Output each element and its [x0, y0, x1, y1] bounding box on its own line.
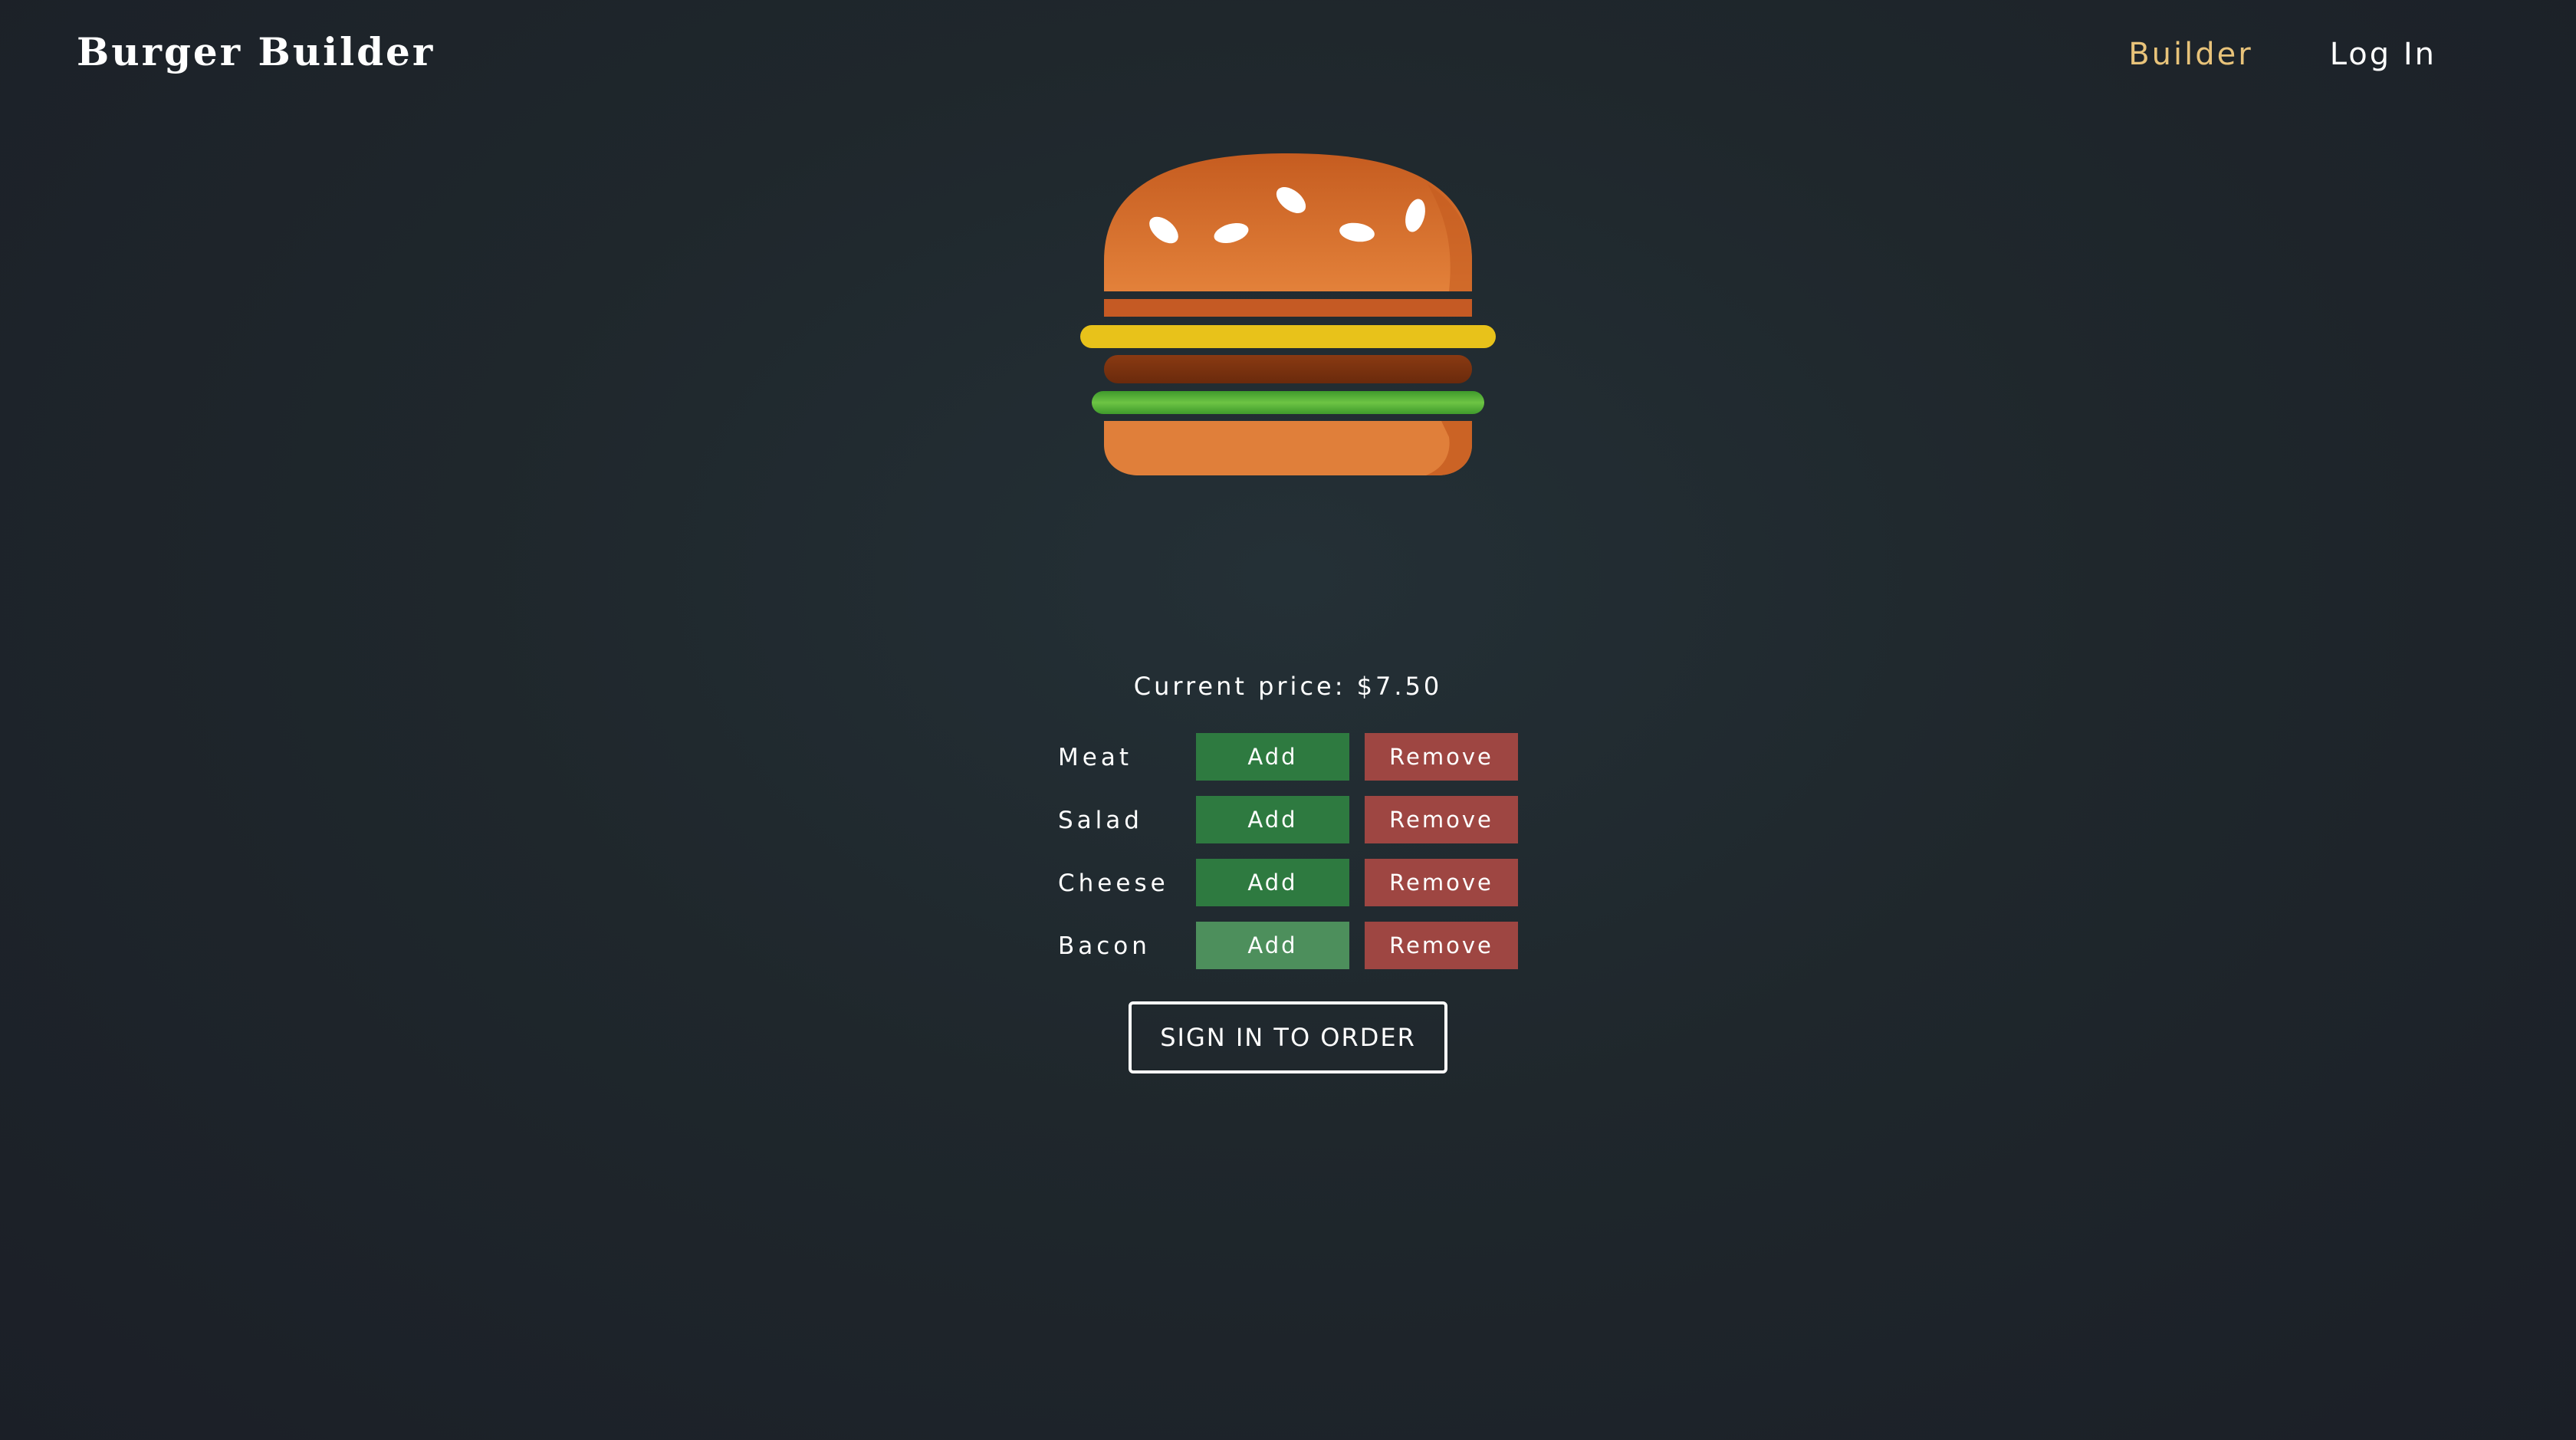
add-meat-button[interactable]: Add — [1196, 733, 1349, 781]
current-price: Current price: $7.50 — [1133, 672, 1443, 701]
control-cheese: Cheese Add Remove — [1058, 859, 1518, 906]
add-salad-button[interactable]: Add — [1196, 796, 1349, 843]
burger-preview — [1080, 153, 1496, 475]
remove-meat-button[interactable]: Remove — [1365, 733, 1518, 781]
control-salad: Salad Add Remove — [1058, 796, 1518, 843]
bread-top — [1104, 153, 1472, 291]
bacon-layer — [1104, 299, 1472, 317]
remove-cheese-button[interactable]: Remove — [1365, 859, 1518, 906]
ingredient-label: Salad — [1058, 807, 1143, 834]
meat-layer — [1104, 355, 1472, 383]
ingredient-label: Meat — [1058, 744, 1132, 771]
cheese-layer — [1080, 325, 1496, 348]
remove-bacon-button[interactable]: Remove — [1365, 922, 1518, 969]
control-bacon: Bacon Add Remove — [1058, 922, 1518, 969]
ingredient-label: Bacon — [1058, 932, 1151, 960]
add-bacon-button[interactable]: Add — [1196, 922, 1349, 969]
ingredient-label: Cheese — [1058, 870, 1169, 897]
add-cheese-button[interactable]: Add — [1196, 859, 1349, 906]
bread-bottom — [1104, 421, 1472, 475]
control-meat: Meat Add Remove — [1058, 733, 1518, 781]
build-controls: Meat Add Remove Salad Add Remove Cheese … — [1058, 733, 1518, 985]
salad-layer — [1092, 391, 1484, 414]
sign-in-to-order-button[interactable]: SIGN IN TO ORDER — [1129, 1001, 1447, 1073]
remove-salad-button[interactable]: Remove — [1365, 796, 1518, 843]
